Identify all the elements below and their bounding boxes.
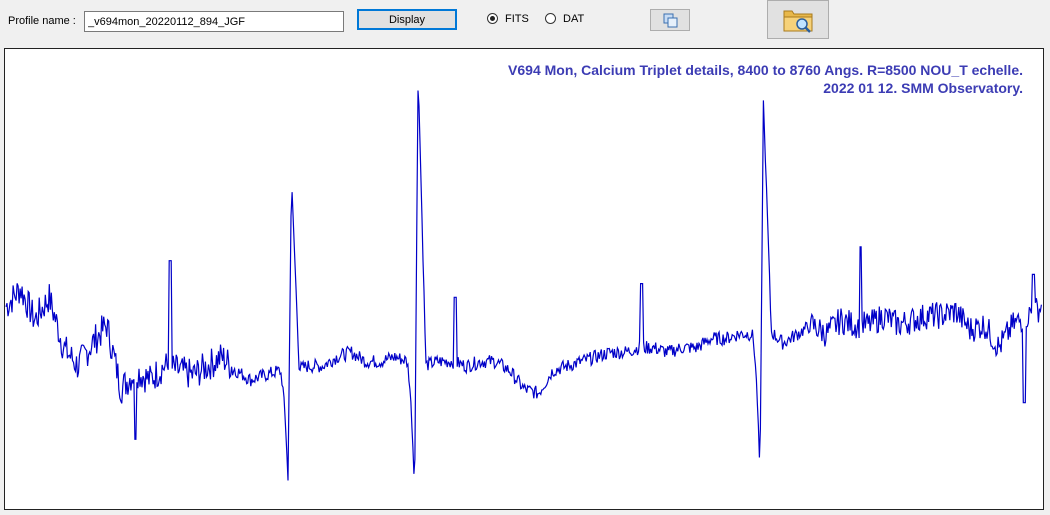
toolbar: Profile name : Display FITS DAT xyxy=(0,0,1050,44)
copy-icon xyxy=(663,13,678,28)
spectrum-chart xyxy=(5,90,1042,481)
dat-radio-label[interactable]: DAT xyxy=(563,13,584,25)
profile-name-label: Profile name : xyxy=(8,15,76,27)
profile-name-input[interactable] xyxy=(84,11,344,32)
open-file-button[interactable] xyxy=(767,0,829,39)
plot-title-line-1: V694 Mon, Calcium Triplet details, 8400 … xyxy=(508,62,1023,78)
plot-title-line-2: 2022 01 12. SMM Observatory. xyxy=(823,80,1023,96)
spectrum-plot: V694 Mon, Calcium Triplet details, 8400 … xyxy=(4,48,1044,510)
spectrum-line xyxy=(5,90,1042,481)
display-button[interactable]: Display xyxy=(357,9,457,30)
copy-button[interactable] xyxy=(650,9,690,31)
folder-search-icon xyxy=(783,10,813,33)
fits-radio-label[interactable]: FITS xyxy=(505,13,529,25)
fits-radio[interactable] xyxy=(487,13,498,24)
dat-radio[interactable] xyxy=(545,13,556,24)
